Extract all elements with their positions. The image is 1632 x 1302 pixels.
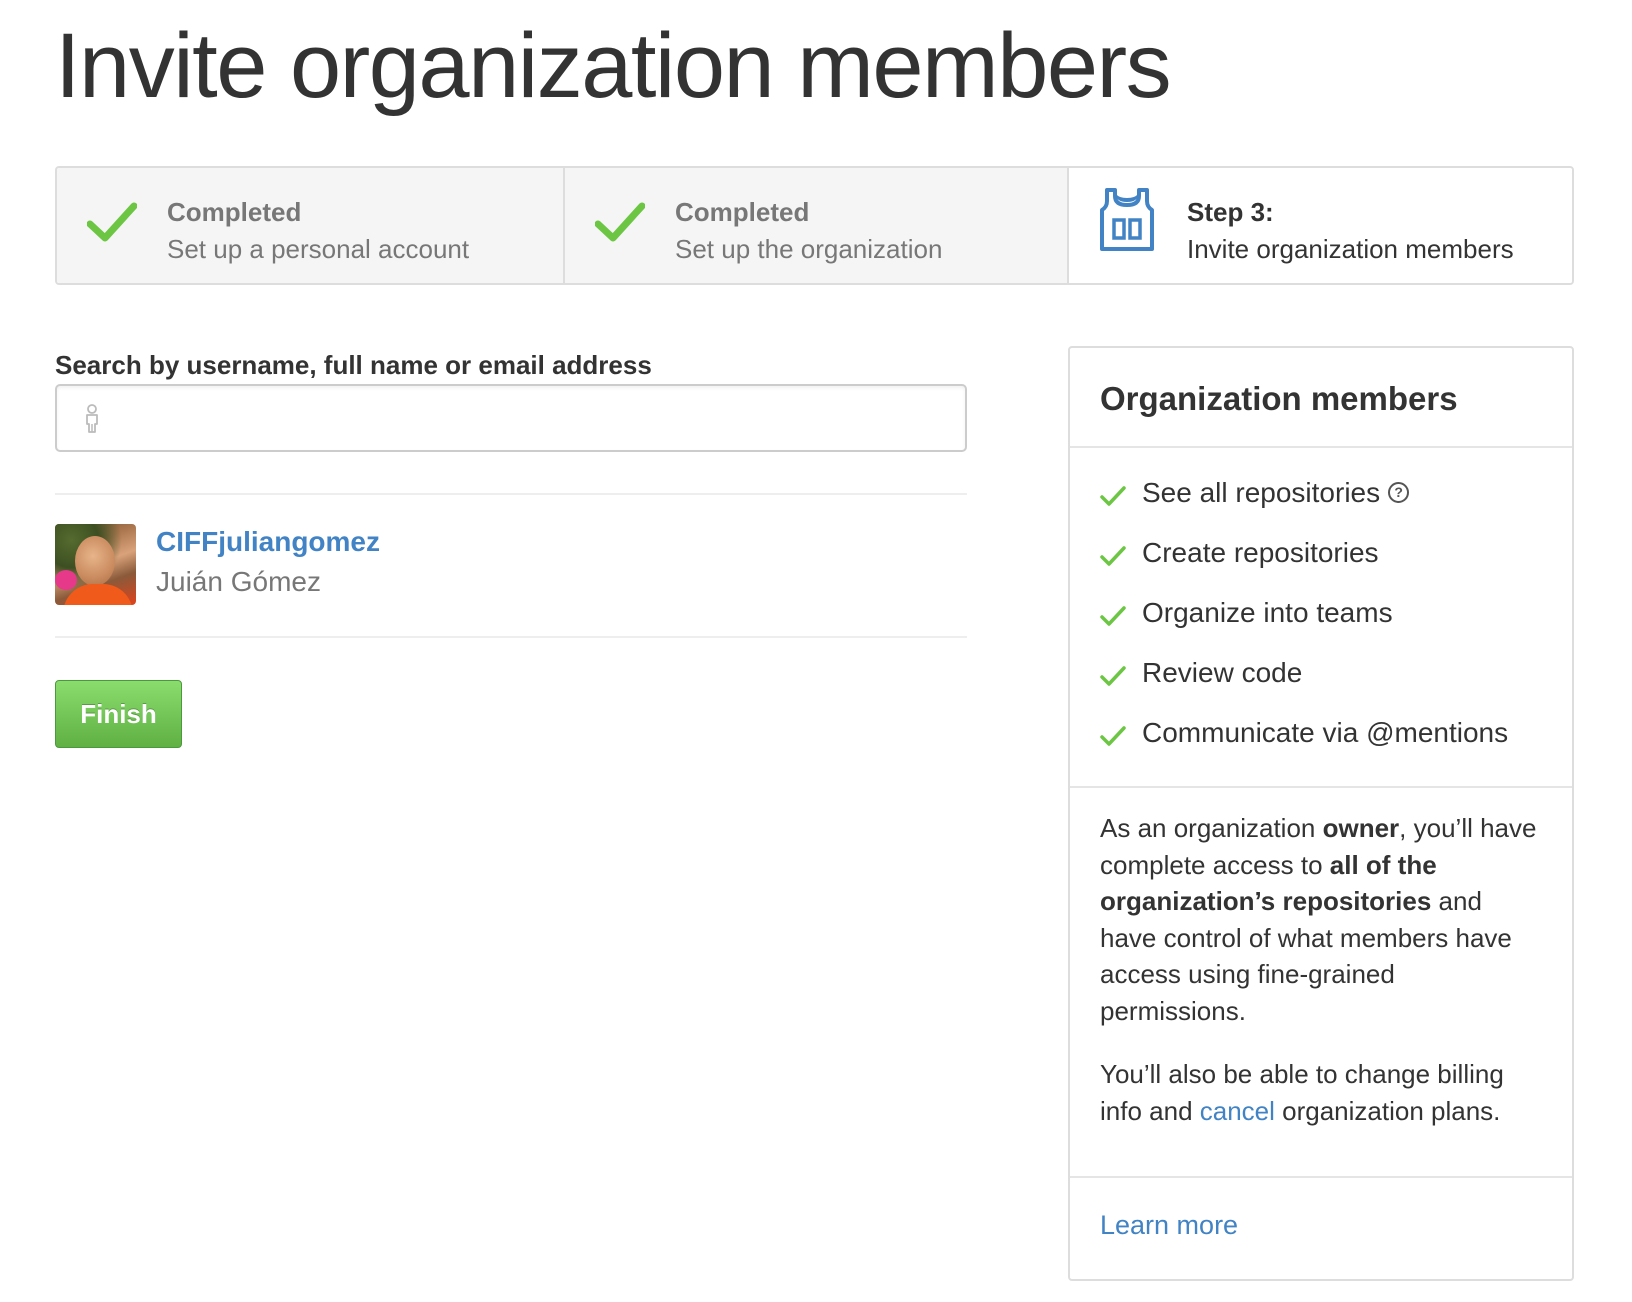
checkmark-icon bbox=[87, 202, 137, 242]
search-input[interactable] bbox=[117, 388, 957, 448]
billing-description: You’ll also be able to change billing in… bbox=[1100, 1059, 1504, 1126]
step-status: Completed bbox=[167, 197, 302, 227]
page-title: Invite organization members bbox=[55, 15, 1172, 117]
feature-label: See all repositories bbox=[1142, 477, 1381, 508]
checkmark-icon bbox=[1100, 666, 1126, 686]
member-username-link[interactable]: CIFFjuliangomez bbox=[156, 526, 380, 558]
step-label: Invite organization members bbox=[1187, 234, 1514, 264]
step-organization: Completed Set up the organization bbox=[565, 168, 1069, 283]
person-icon bbox=[86, 404, 98, 433]
feature-label: Communicate via @mentions bbox=[1142, 717, 1509, 748]
panel-header: Organization members bbox=[1070, 348, 1572, 448]
panel-title: Organization members bbox=[1100, 380, 1458, 417]
checkmark-icon bbox=[1100, 546, 1126, 566]
feature-label: Organize into teams bbox=[1142, 597, 1393, 628]
learn-more-link[interactable]: Learn more bbox=[1100, 1210, 1238, 1241]
step-label: Set up the organization bbox=[675, 234, 943, 264]
search-label: Search by username, full name or email a… bbox=[55, 350, 652, 380]
member-row: CIFFjuliangomez Juián Gómez bbox=[55, 524, 967, 608]
search-field[interactable] bbox=[55, 384, 967, 452]
checkmark-icon bbox=[1100, 486, 1126, 506]
checkmark-icon bbox=[1100, 726, 1126, 746]
step-status: Step 3: bbox=[1187, 197, 1274, 227]
member-full-name: Juián Gómez bbox=[156, 566, 321, 597]
checkmark-icon bbox=[1100, 606, 1126, 626]
step-label: Set up a personal account bbox=[167, 234, 470, 264]
organization-members-panel: Organization members See all repositorie… bbox=[1068, 346, 1574, 1281]
feature-list: See all repositories? Create repositorie… bbox=[1070, 448, 1572, 788]
cancel-link[interactable]: cancel bbox=[1200, 1096, 1275, 1126]
finish-button[interactable]: Finish bbox=[55, 680, 182, 748]
avatar bbox=[55, 524, 136, 605]
step-personal-account: Completed Set up a personal account bbox=[57, 168, 565, 283]
divider bbox=[55, 636, 967, 638]
help-icon[interactable]: ? bbox=[1388, 482, 1410, 504]
setup-steps: Completed Set up a personal account Comp… bbox=[55, 166, 1574, 285]
owner-description: As an organization owner, you’ll have co… bbox=[1100, 813, 1537, 1026]
owner-info: As an organization owner, you’ll have co… bbox=[1070, 788, 1572, 1178]
checkmark-icon bbox=[595, 202, 645, 242]
feature-label: Review code bbox=[1142, 657, 1303, 688]
divider bbox=[55, 493, 967, 495]
step-invite-members: Step 3: Invite organization members bbox=[1069, 168, 1572, 283]
step-status: Completed bbox=[675, 197, 810, 227]
feature-label: Create repositories bbox=[1142, 537, 1379, 568]
jersey-icon bbox=[1100, 188, 1154, 251]
